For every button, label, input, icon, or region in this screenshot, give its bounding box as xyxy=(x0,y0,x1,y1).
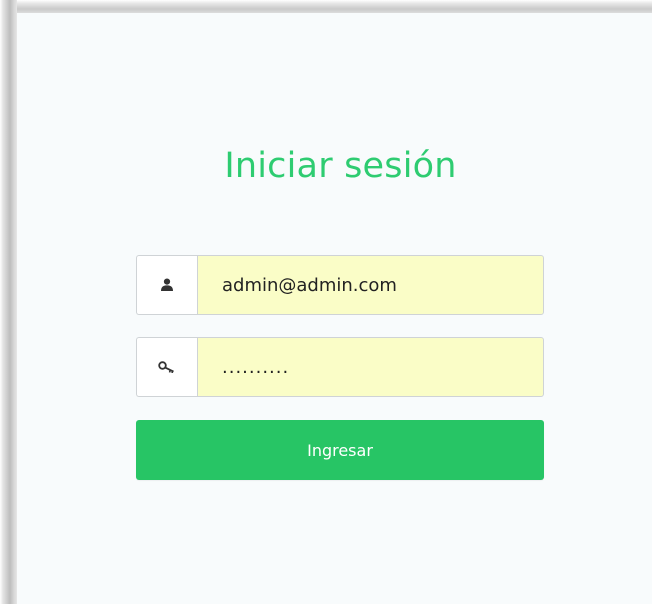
page-title: Iniciar sesión xyxy=(224,146,457,186)
key-icon xyxy=(136,337,197,397)
key-icon-glyph xyxy=(158,361,174,373)
email-field[interactable] xyxy=(197,255,544,315)
window-frame-top xyxy=(0,0,652,13)
user-icon xyxy=(136,255,197,315)
email-input-group xyxy=(136,255,544,315)
login-page: Iniciar sesión Ingresar xyxy=(0,0,652,604)
window-frame-left xyxy=(0,0,17,604)
password-field[interactable] xyxy=(197,337,544,397)
login-button[interactable]: Ingresar xyxy=(136,420,544,480)
user-icon-glyph xyxy=(161,278,173,291)
password-input-group xyxy=(136,337,544,397)
